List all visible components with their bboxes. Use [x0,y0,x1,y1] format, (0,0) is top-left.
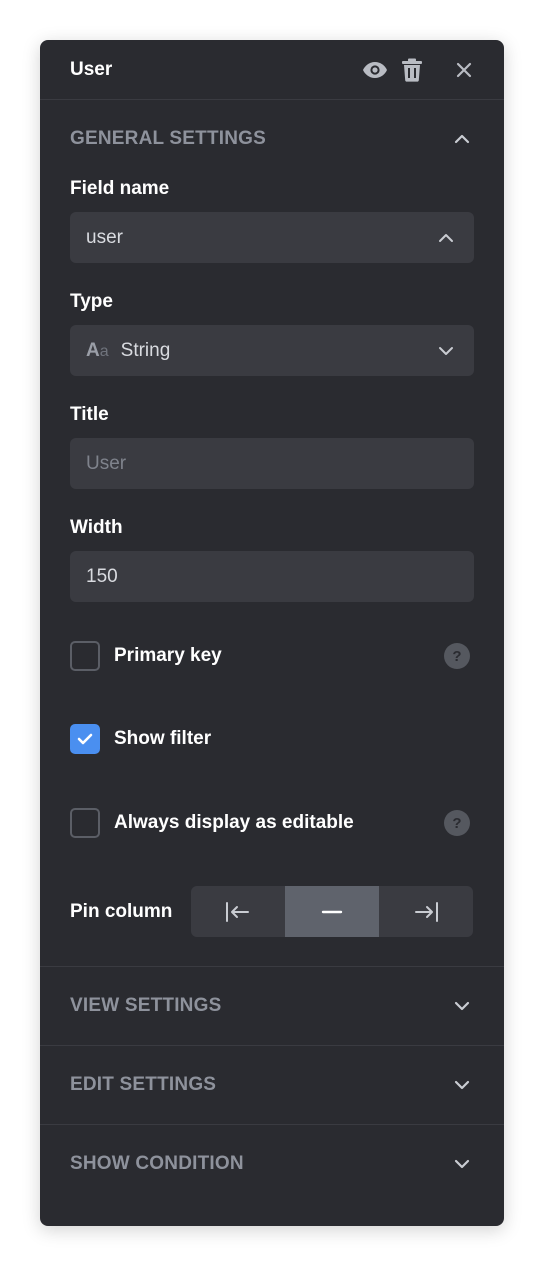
panel-header: User [40,40,504,100]
panel-title: User [70,58,113,80]
chevron-down-icon [434,339,458,363]
pin-column-label: Pin column [70,900,173,922]
pin-column-row: Pin column [70,886,474,937]
help-icon[interactable]: ? [444,810,470,836]
show-filter-checkbox[interactable] [70,724,100,754]
show-condition-header[interactable]: SHOW CONDITION [40,1125,504,1203]
primary-key-row: Primary key ? [70,641,474,671]
type-select[interactable]: Aa String [70,325,474,376]
show-filter-row: Show filter [70,724,474,754]
title-input[interactable]: User [70,438,474,489]
always-editable-checkbox[interactable] [70,808,100,838]
pin-column-control [191,886,473,937]
chevron-up-icon [450,127,474,151]
width-input[interactable]: 150 [70,551,474,602]
chevron-down-icon [450,994,474,1018]
field-name-select[interactable]: user [70,212,474,263]
pin-none-icon [321,910,343,913]
type-label: Type [70,291,113,312]
view-settings-header[interactable]: VIEW SETTINGS [40,967,504,1045]
title-label: Title [70,404,109,425]
show-condition-title: SHOW CONDITION [70,1153,244,1174]
pin-left-button[interactable] [191,886,285,937]
always-editable-label: Always display as editable [114,812,354,833]
type-icon-upper: A [86,339,100,361]
title-placeholder: User [86,452,127,474]
trash-icon[interactable] [400,57,424,83]
string-type-icon: Aa [86,340,109,362]
edit-settings-header[interactable]: EDIT SETTINGS [40,1046,504,1124]
checkmark-icon [77,733,93,745]
field-name-label: Field name [70,178,170,199]
field-settings-panel: User GENERAL SETTINGS Field name user Ty… [40,40,504,1226]
always-editable-row: Always display as editable ? [70,808,474,838]
eye-icon[interactable] [362,57,388,83]
chevron-up-icon [434,226,458,250]
primary-key-label: Primary key [114,645,222,666]
help-icon[interactable]: ? [444,643,470,669]
view-settings-title: VIEW SETTINGS [70,995,222,1016]
close-icon[interactable] [454,60,474,80]
general-settings-title: GENERAL SETTINGS [70,128,267,149]
general-settings-body: Field name user Type Aa String Title Use… [40,178,504,937]
width-label: Width [70,517,123,538]
header-actions [362,57,474,83]
pin-none-button[interactable] [285,886,379,937]
type-value: String [120,339,171,361]
pin-right-button[interactable] [379,886,473,937]
chevron-down-icon [450,1152,474,1176]
show-filter-label: Show filter [114,728,212,749]
edit-settings-title: EDIT SETTINGS [70,1074,217,1095]
type-icon-lower: a [99,342,109,360]
pin-left-icon [226,901,249,922]
pin-right-icon [415,901,438,922]
chevron-down-icon [450,1073,474,1097]
width-value: 150 [86,565,118,587]
general-settings-header[interactable]: GENERAL SETTINGS [40,100,504,178]
field-name-value: user [86,226,123,248]
primary-key-checkbox[interactable] [70,641,100,671]
